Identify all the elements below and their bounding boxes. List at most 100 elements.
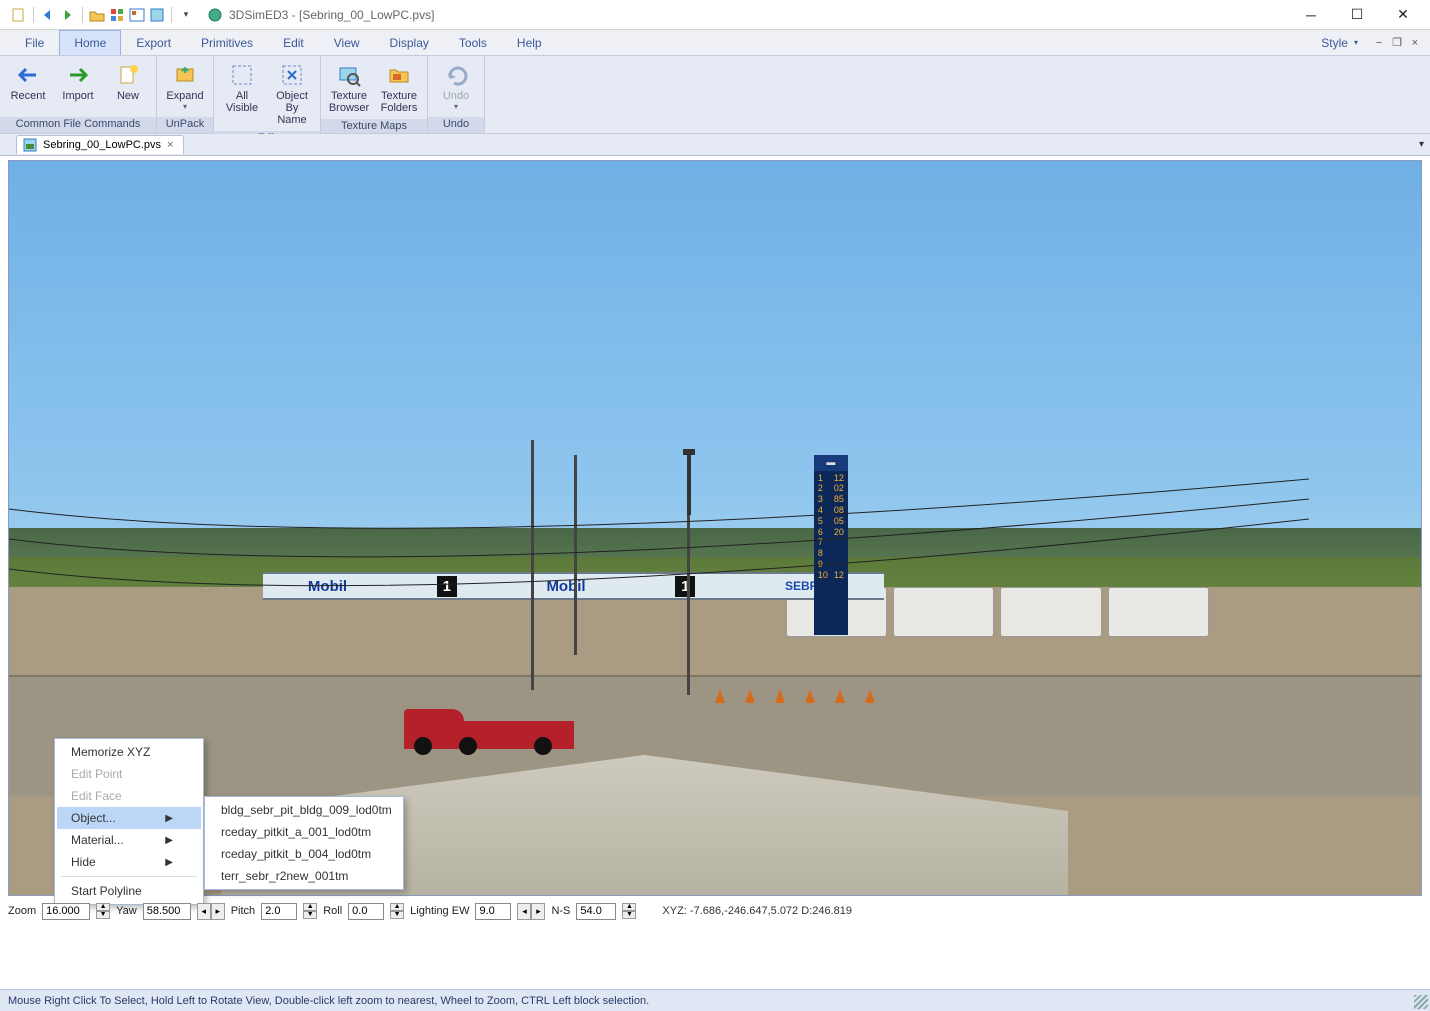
lighting-label: Lighting EW	[410, 905, 469, 917]
context-submenu[interactable]: bldg_sebr_pit_bldg_009_lod0tmrceday_pitk…	[204, 796, 404, 890]
menu-tab-export[interactable]: Export	[121, 30, 186, 55]
yaw-right[interactable]: ▸	[211, 903, 225, 920]
context-item[interactable]: Memorize XYZ	[57, 741, 201, 763]
pitch-up[interactable]: ▲	[303, 903, 317, 911]
context-item[interactable]: Hide▶	[57, 851, 201, 873]
menu-tab-view[interactable]: View	[319, 30, 375, 55]
object-by-name-button[interactable]: ObjectBy Name	[268, 58, 316, 129]
new-button[interactable]: New	[104, 58, 152, 105]
menu-tabs: FileHomeExportPrimitivesEditViewDisplayT…	[0, 30, 1430, 56]
resize-grip-icon[interactable]	[1414, 995, 1428, 1009]
close-button[interactable]: ✕	[1380, 0, 1426, 30]
ribbon-group-label: UnPack	[157, 117, 213, 133]
qat-open-icon[interactable]	[88, 6, 106, 24]
title-bar: ▾ 3DSimED3 - [Sebring_00_LowPC.pvs] ─ ☐ …	[0, 0, 1430, 30]
recent-button[interactable]: Recent	[4, 58, 52, 105]
roll-up[interactable]: ▲	[390, 903, 404, 911]
texture-browser-button[interactable]: TextureBrowser	[325, 58, 373, 117]
yaw-label: Yaw	[116, 905, 137, 917]
lighting-left[interactable]: ◂	[517, 903, 531, 920]
all-visible-icon	[226, 61, 258, 89]
scene-timing-tower: ▬ 1122023854085056207891012	[814, 455, 848, 635]
status-bar: Mouse Right Click To Select, Hold Left t…	[0, 989, 1430, 1011]
mdi-minimize-icon[interactable]: −	[1372, 36, 1386, 50]
ribbon-group-label: Common File Commands	[0, 117, 156, 133]
ribbon-group-label: Texture Maps	[321, 119, 427, 133]
context-item[interactable]: Material...▶	[57, 829, 201, 851]
zoom-input[interactable]	[42, 903, 90, 920]
viewport-3d[interactable]: VP Mobil 1 Mobil 1 SEBRING ▬ 11220238540…	[8, 160, 1422, 896]
roll-input[interactable]	[348, 903, 384, 920]
object-by-name-icon	[276, 61, 308, 89]
new-icon	[112, 61, 144, 89]
ribbon: RecentImportNew Common File Commands Expan…	[0, 56, 1430, 134]
scene-fire-truck	[404, 689, 574, 749]
menu-tab-home[interactable]: Home	[59, 30, 121, 55]
xyz-readout: XYZ: -7.686,-246.647,5.072 D:246.819	[662, 905, 852, 917]
qat-back-icon[interactable]	[39, 6, 57, 24]
ns-down[interactable]: ▼	[622, 911, 636, 919]
status-text: Mouse Right Click To Select, Hold Left t…	[8, 995, 649, 1007]
qat-grid-icon[interactable]	[108, 6, 126, 24]
pitch-label: Pitch	[231, 905, 255, 917]
context-subitem[interactable]: rceday_pitkit_b_004_lod0tm	[207, 843, 401, 865]
document-tab-label: Sebring_00_LowPC.pvs	[43, 139, 161, 151]
quick-access-toolbar: ▾	[4, 4, 201, 26]
app-icon	[207, 7, 223, 23]
mdi-close-icon[interactable]: ×	[1408, 36, 1422, 50]
zoom-down[interactable]: ▼	[96, 911, 110, 919]
texture-folders-icon	[383, 61, 415, 89]
menu-tab-file[interactable]: File	[10, 30, 59, 55]
document-tabs: Sebring_00_LowPC.pvs × ▾	[0, 134, 1430, 156]
recent-icon	[12, 61, 44, 89]
minimize-button[interactable]: ─	[1288, 0, 1334, 30]
pitch-down[interactable]: ▼	[303, 911, 317, 919]
ns-label: N-S	[551, 905, 570, 917]
qat-forward-icon[interactable]	[59, 6, 77, 24]
context-item: Edit Face	[57, 785, 201, 807]
undo-icon	[440, 61, 472, 89]
qat-layers-icon[interactable]	[128, 6, 146, 24]
maximize-button[interactable]: ☐	[1334, 0, 1380, 30]
tab-dropdown-icon[interactable]: ▾	[1419, 139, 1424, 150]
import-icon	[62, 61, 94, 89]
context-subitem[interactable]: terr_sebr_r2new_001tm	[207, 865, 401, 887]
pitch-input[interactable]	[261, 903, 297, 920]
roll-label: Roll	[323, 905, 342, 917]
yaw-input[interactable]	[143, 903, 191, 920]
close-tab-icon[interactable]: ×	[167, 139, 173, 151]
undo-button: Undo▾	[432, 58, 480, 114]
texture-folders-button[interactable]: TextureFolders	[375, 58, 423, 117]
zoom-label: Zoom	[8, 905, 36, 917]
roll-down[interactable]: ▼	[390, 911, 404, 919]
qat-dropdown-icon[interactable]: ▾	[177, 6, 195, 24]
mdi-restore-icon[interactable]: ❐	[1390, 36, 1404, 50]
menu-tab-display[interactable]: Display	[375, 30, 444, 55]
qat-window-icon[interactable]	[148, 6, 166, 24]
ribbon-group-label: Undo	[428, 117, 484, 133]
context-subitem[interactable]: bldg_sebr_pit_bldg_009_lod0tm	[207, 799, 401, 821]
document-tab[interactable]: Sebring_00_LowPC.pvs ×	[16, 135, 184, 154]
menu-tab-primitives[interactable]: Primitives	[186, 30, 268, 55]
ns-up[interactable]: ▲	[622, 903, 636, 911]
context-item[interactable]: Object...▶	[57, 807, 201, 829]
context-menu[interactable]: Memorize XYZEdit PointEdit FaceObject...…	[54, 738, 204, 905]
expand-icon	[169, 61, 201, 89]
view-controls-bar: Zoom ▲▼ Yaw ◂▸ Pitch ▲▼ Roll ▲▼ Lighting…	[8, 900, 852, 922]
import-button[interactable]: Import	[54, 58, 102, 105]
lighting-input[interactable]	[475, 903, 511, 920]
context-subitem[interactable]: rceday_pitkit_a_001_lod0tm	[207, 821, 401, 843]
all-visible-button[interactable]: AllVisible	[218, 58, 266, 117]
menu-tab-edit[interactable]: Edit	[268, 30, 319, 55]
menu-tab-help[interactable]: Help	[502, 30, 557, 55]
qat-new-icon[interactable]	[10, 6, 28, 24]
yaw-left[interactable]: ◂	[197, 903, 211, 920]
lighting-right[interactable]: ▸	[531, 903, 545, 920]
style-menu[interactable]: Style	[1321, 36, 1348, 50]
zoom-up[interactable]: ▲	[96, 903, 110, 911]
texture-browser-icon	[333, 61, 365, 89]
menu-tab-tools[interactable]: Tools	[444, 30, 502, 55]
expand-button[interactable]: Expand▾	[161, 58, 209, 114]
ns-input[interactable]	[576, 903, 616, 920]
context-item[interactable]: Start Polyline	[57, 880, 201, 902]
